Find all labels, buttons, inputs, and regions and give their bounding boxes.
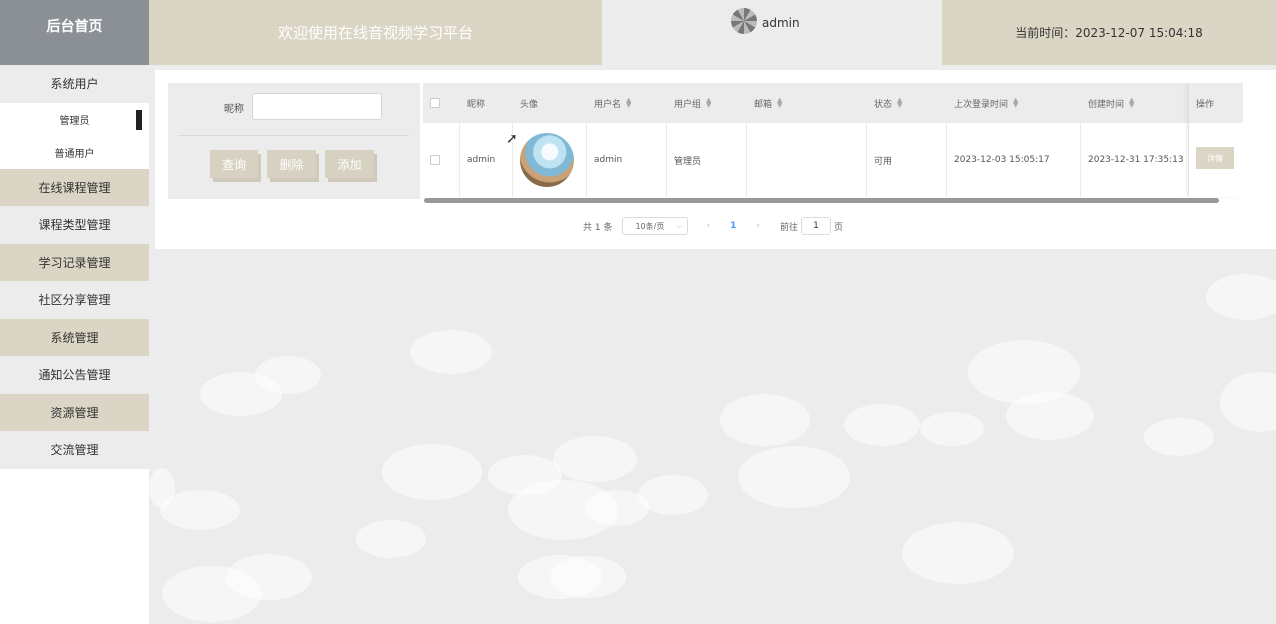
- sidebar-item-resources[interactable]: 资源管理: [0, 393, 149, 431]
- page-size-value: 10条/页: [635, 221, 665, 231]
- sidebar: 系统用户 管理员 普通用户 在线课程管理 课程类型管理 学习记录管理 社区分享管…: [0, 65, 149, 624]
- pagination: 共 1 条 10条/页 ⌵ ‹ 1 › 前往 1 页: [583, 216, 843, 236]
- page-suffix: 页: [833, 222, 843, 233]
- ops-column: 操作 详情: [1189, 83, 1243, 197]
- chevron-down-icon: ⌵: [676, 221, 683, 230]
- home-link[interactable]: 后台首页: [0, 0, 149, 65]
- table-header: 昵称 头像 用户名 ▲▼ 用户组 ▲▼ 邮箱 ▲▼ 状态 ▲▼ 上次登录: [423, 83, 1243, 124]
- table-row: admin admin 管理员 可用 2023-12-03 15:05:17 2…: [423, 123, 1243, 197]
- page-size-select[interactable]: 10条/页 ⌵: [622, 217, 689, 235]
- sidebar-subitem-normal-users[interactable]: 普通用户: [0, 135, 149, 169]
- avatar[interactable]: [731, 8, 757, 34]
- nickname-label: 昵称: [224, 104, 244, 115]
- welcome-banner: 欢迎使用在线音视频学习平台: [149, 0, 602, 65]
- col-status[interactable]: 状态 ▲ ▼: [867, 83, 947, 123]
- sidebar-item-online-courses[interactable]: 在线课程管理: [0, 168, 149, 206]
- sort-icon[interactable]: ▲ ▼: [706, 97, 711, 109]
- sidebar-item-system-users[interactable]: 系统用户: [0, 65, 149, 103]
- goto-page-input[interactable]: 1: [800, 217, 831, 235]
- sort-icon[interactable]: ▲ ▼: [1013, 97, 1018, 109]
- goto-label: 前往: [779, 222, 798, 233]
- col-created-label: 创建时间: [1088, 99, 1125, 110]
- sort-icon[interactable]: ▲ ▼: [626, 97, 631, 109]
- cell-avatar: [513, 123, 587, 197]
- user-avatar-image: [520, 133, 574, 187]
- current-time: 当前时间：2023-12-07 15:04:18: [942, 0, 1276, 65]
- active-indicator: [136, 109, 142, 130]
- horizontal-scrollbar[interactable]: [424, 198, 1219, 203]
- sidebar-item-system-management[interactable]: 系统管理: [0, 318, 149, 356]
- col-email-label: 邮箱: [754, 99, 773, 110]
- cell-username: admin: [587, 123, 667, 197]
- row-checkbox[interactable]: [430, 155, 440, 165]
- search-form: 昵称 查询 删除 添加: [168, 83, 420, 199]
- top-header: 后台首页 欢迎使用在线音视频学习平台 admin 当前时间：2023-12-07…: [0, 0, 1276, 65]
- col-ops-label: 操作: [1196, 99, 1215, 110]
- cell-email: [747, 123, 867, 197]
- col-avatar: 头像: [513, 83, 587, 123]
- sidebar-item-course-types[interactable]: 课程类型管理: [0, 206, 149, 244]
- divider: [178, 135, 409, 136]
- col-ops: 操作: [1189, 83, 1243, 123]
- next-page-icon[interactable]: ›: [756, 221, 760, 231]
- cell-group: 管理员: [667, 123, 747, 197]
- col-created[interactable]: 创建时间 ▲ ▼: [1081, 83, 1189, 123]
- col-avatar-label: 头像: [520, 99, 539, 110]
- sidebar-item-communication[interactable]: 交流管理: [0, 431, 149, 469]
- sort-icon[interactable]: ▲ ▼: [897, 97, 902, 109]
- sidebar-item-study-records[interactable]: 学习记录管理: [0, 243, 149, 281]
- add-button[interactable]: 添加: [325, 150, 374, 178]
- select-all-cell: [423, 83, 460, 123]
- col-status-label: 状态: [874, 99, 893, 110]
- cell-status: 可用: [867, 123, 947, 197]
- cell-last-login: 2023-12-03 15:05:17: [947, 123, 1081, 197]
- delete-button[interactable]: 删除: [267, 150, 316, 178]
- total-count: 共 1 条: [583, 222, 613, 233]
- user-table: 昵称 头像 用户名 ▲▼ 用户组 ▲▼ 邮箱 ▲▼ 状态 ▲▼ 上次登录: [423, 83, 1243, 204]
- cell-created: 2023-12-31 17:35:13: [1081, 123, 1189, 197]
- col-nickname: 昵称: [460, 83, 513, 123]
- sort-icon[interactable]: ▲ ▼: [1129, 97, 1134, 109]
- mouse-cursor-icon: ➚: [506, 131, 518, 147]
- sidebar-subitem-admin[interactable]: 管理员: [0, 102, 149, 136]
- col-username-label: 用户名: [594, 99, 622, 110]
- main-panel: 昵称 查询 删除 添加 昵称 头像 用户名 ▲ ▼ 用户组 ▲ ▼ 邮箱 ▲ ▼…: [155, 70, 1276, 249]
- cell-ops: 详情: [1196, 147, 1234, 169]
- query-button[interactable]: 查询: [210, 150, 258, 178]
- detail-button[interactable]: 详情: [1196, 147, 1234, 169]
- col-group-label: 用户组: [674, 99, 702, 110]
- sidebar-item-community-share[interactable]: 社区分享管理: [0, 281, 149, 319]
- user-info[interactable]: admin: [602, 0, 942, 65]
- col-group[interactable]: 用户组 ▲ ▼: [667, 83, 747, 123]
- col-username[interactable]: 用户名 ▲ ▼: [587, 83, 667, 123]
- col-last-login[interactable]: 上次登录时间 ▲ ▼: [947, 83, 1081, 123]
- table-body: admin admin 管理员 可用 2023-12-03 15:05:17 2…: [423, 123, 1243, 197]
- nickname-search-input[interactable]: [252, 93, 382, 120]
- col-last-login-label: 上次登录时间: [954, 99, 1009, 110]
- col-nickname-label: 昵称: [467, 99, 486, 110]
- username-label[interactable]: admin: [762, 16, 800, 30]
- col-email[interactable]: 邮箱 ▲ ▼: [747, 83, 867, 123]
- prev-page-icon[interactable]: ‹: [706, 221, 710, 231]
- page-number-current[interactable]: 1: [730, 221, 736, 231]
- sort-icon[interactable]: ▲ ▼: [777, 97, 782, 109]
- select-all-checkbox[interactable]: [430, 98, 440, 108]
- row-select-cell: [423, 123, 460, 197]
- sidebar-item-announcements[interactable]: 通知公告管理: [0, 356, 149, 394]
- sidebar-subitem-label: 管理员: [59, 115, 90, 127]
